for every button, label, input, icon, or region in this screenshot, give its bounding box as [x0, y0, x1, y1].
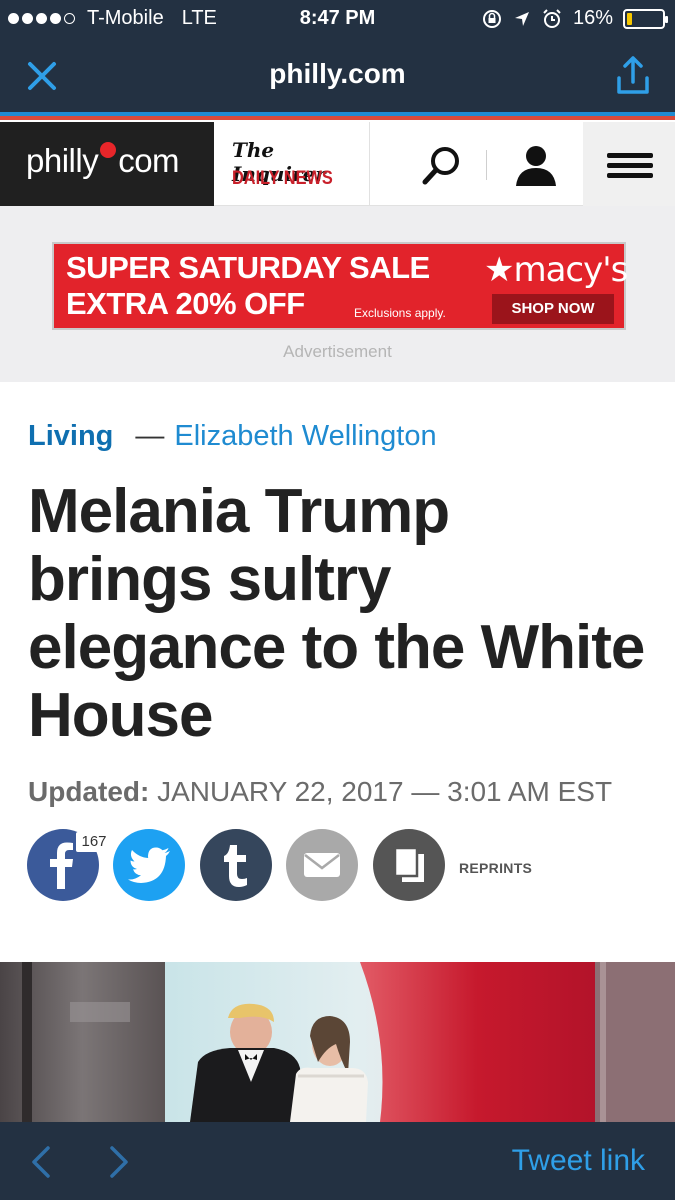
ad-zone: SUPER SATURDAY SALE EXTRA 20% OFF Exclus…	[0, 206, 675, 382]
status-bar: T-Mobile LTE 8:47 PM 16%	[0, 0, 675, 40]
kicker-dash: —	[135, 420, 165, 452]
site-header: philly com The Inquirer DAILY NEWS	[0, 122, 675, 206]
article-lead-photo[interactable]	[0, 962, 675, 1122]
ad-subheadline: EXTRA 20% OFF	[66, 286, 305, 321]
status-right: 16%	[481, 7, 668, 30]
lead-photo-image	[0, 962, 675, 1122]
tumblr-icon	[224, 845, 247, 887]
inquirer-daily-news-logo[interactable]: The Inquirer DAILY NEWS	[214, 122, 370, 206]
updated-value: JANUARY 22, 2017 — 3:01 AM EST	[157, 776, 613, 807]
back-arrow-icon[interactable]	[26, 1142, 56, 1182]
macys-ad-banner[interactable]: SUPER SATURDAY SALE EXTRA 20% OFF Exclus…	[52, 242, 628, 330]
share-icon[interactable]	[613, 54, 653, 98]
ad-shop-now-button[interactable]: SHOP NOW	[492, 294, 614, 324]
search-icon[interactable]	[420, 144, 464, 188]
tumblr-share-button[interactable]	[200, 829, 272, 901]
envelope-icon	[304, 853, 340, 877]
battery-percent: 16%	[572, 7, 613, 29]
logo-dot-icon	[100, 142, 117, 158]
url-title[interactable]: philly.com	[0, 58, 675, 90]
hamburger-menu-button[interactable]	[583, 122, 675, 206]
header-stripe-red	[0, 116, 675, 120]
browser-toolbar: philly.com	[0, 40, 675, 112]
tweet-link-button[interactable]: Tweet link	[512, 1144, 645, 1178]
copy-link-button[interactable]	[373, 829, 445, 901]
logo-left-text: philly	[26, 142, 99, 179]
bottom-toolbar: Tweet link	[0, 1122, 675, 1200]
section-link[interactable]: Living	[28, 420, 113, 453]
advertisement-label: Advertisement	[283, 342, 392, 361]
header-divider	[486, 150, 487, 180]
philly-logo[interactable]: philly com	[0, 122, 214, 206]
daily-news-title: DAILY NEWS	[232, 168, 333, 189]
article-timestamp: Updated: JANUARY 22, 2017 — 3:01 AM EST	[28, 776, 612, 808]
article-kicker: Living — Elizabeth Wellington	[28, 420, 437, 453]
facebook-share-count: 167	[76, 832, 112, 852]
battery-icon	[623, 8, 668, 29]
updated-label: Updated:	[28, 776, 150, 807]
copy-pages-icon	[393, 846, 424, 882]
location-arrow-icon	[514, 11, 529, 26]
email-share-button[interactable]	[286, 829, 358, 901]
rotation-lock-icon	[482, 9, 501, 28]
logo-text: philly com	[26, 142, 180, 180]
forward-arrow-icon[interactable]	[104, 1142, 134, 1182]
author-link[interactable]: Elizabeth Wellington	[174, 420, 436, 453]
logo-right-text: com	[118, 142, 180, 179]
ad-fine-print: Exclusions apply.	[354, 306, 446, 320]
twitter-bird-icon	[128, 847, 170, 883]
ad-brand: ★macy's	[484, 250, 628, 290]
user-account-icon[interactable]	[514, 142, 558, 188]
ad-headline: SUPER SATURDAY SALE	[66, 250, 430, 285]
twitter-share-button[interactable]	[113, 829, 185, 901]
alarm-icon	[543, 8, 561, 28]
article-headline: Melania Trump brings sultry elegance to …	[28, 477, 645, 750]
reprints-link[interactable]: REPRINTS	[459, 860, 532, 876]
